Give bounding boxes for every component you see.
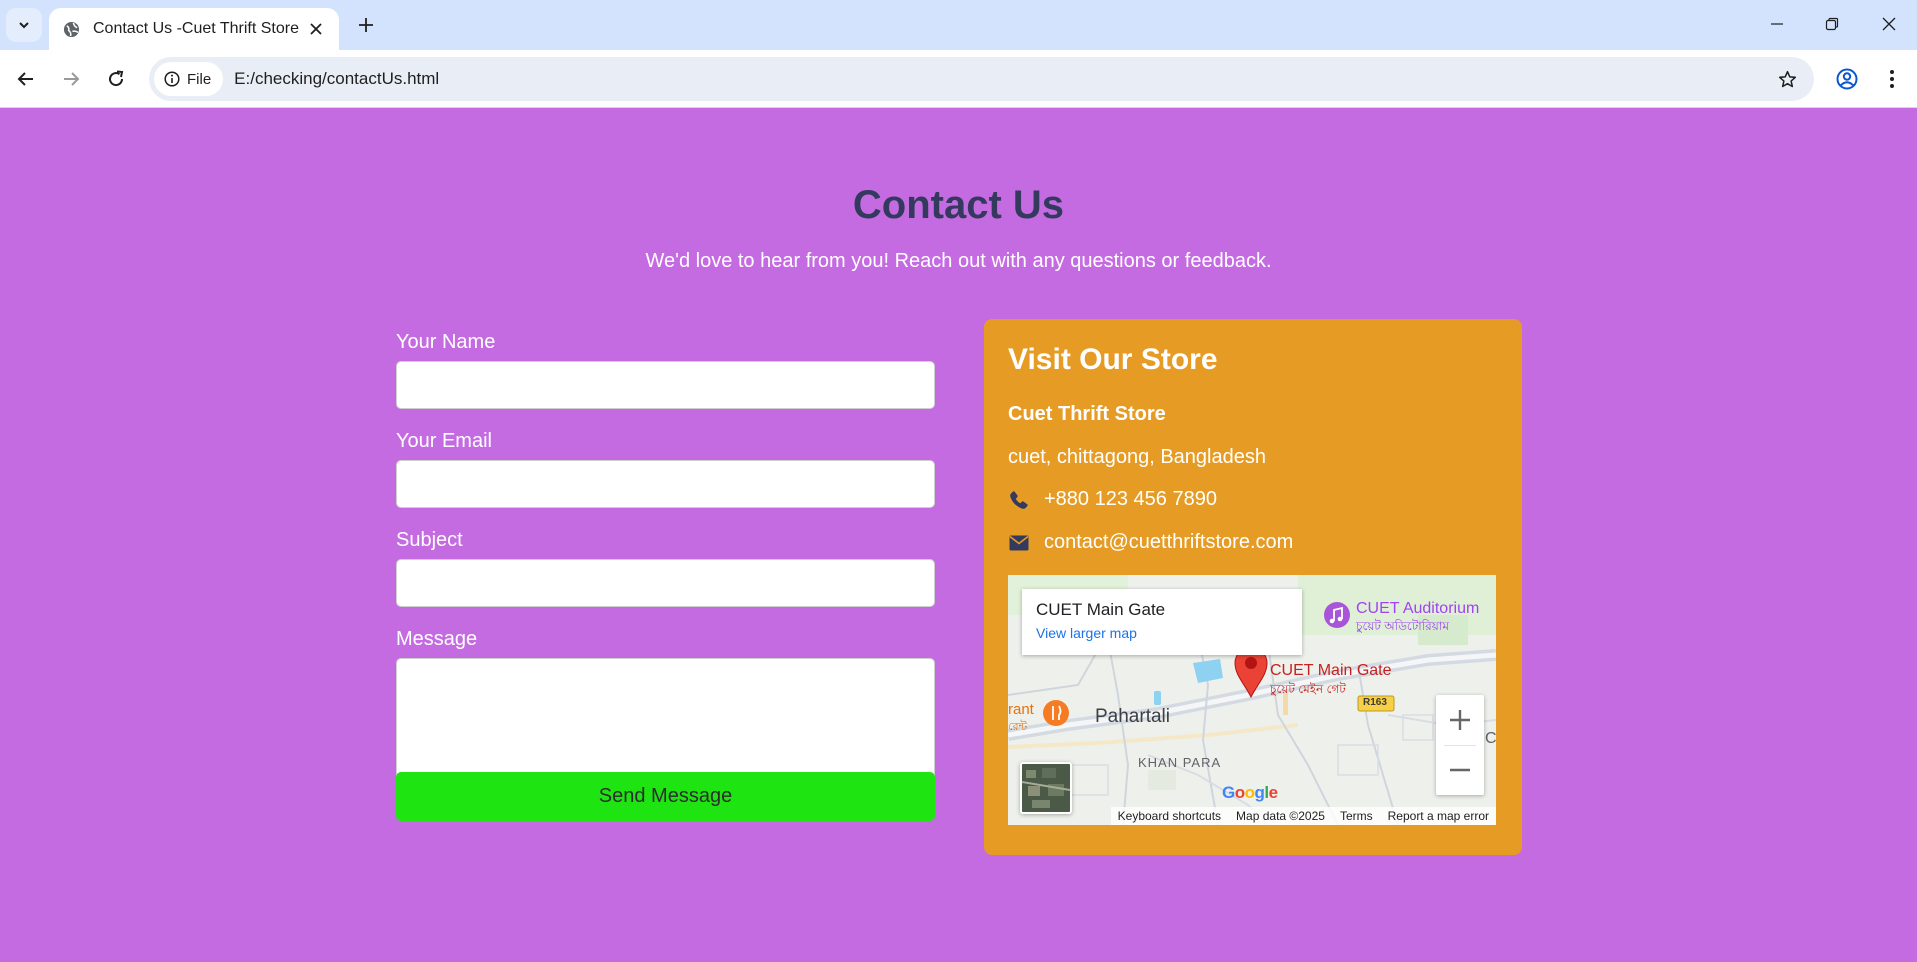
url-text: E:/checking/contactUs.html (234, 69, 440, 88)
browser-menu-button[interactable] (1875, 62, 1909, 96)
page-title: Contact Us (852, 183, 1065, 227)
map-marker-label: CUET Main Gate (1270, 662, 1392, 679)
reload-icon (109, 70, 124, 87)
map-khan-para-label: KHAN PARA (1138, 755, 1222, 770)
contact-form: Your Name Your Email Subject Message (396, 330, 935, 785)
keyboard-shortcuts-link[interactable]: Keyboard shortcuts (1118, 809, 1221, 823)
message-textarea[interactable] (396, 658, 935, 785)
satellite-thumbnail-icon (1022, 764, 1070, 812)
chevron-down-icon (19, 22, 29, 29)
restore-icon (1825, 17, 1839, 31)
satellite-toggle[interactable] (1020, 762, 1072, 814)
map-place-title: CUET Main Gate (1036, 600, 1166, 619)
email-row: contact@cuetthriftstore.com (1008, 531, 1293, 554)
profile-button[interactable] (1830, 62, 1864, 96)
send-message-button[interactable]: Send Message (396, 772, 935, 821)
store-info-card: Visit Our Store Cuet Thrift Store cuet, … (984, 319, 1522, 855)
phone-row: +880 123 456 7890 (1008, 488, 1217, 511)
report-map-error-link[interactable]: Report a map error (1388, 809, 1489, 823)
google-logo-letter: o (1244, 783, 1255, 802)
phone-icon (1008, 489, 1030, 511)
store-name: Cuet Thrift Store (1008, 403, 1166, 425)
name-label: Your Name (396, 331, 496, 353)
map-marker-label-bn: চুয়েট মেইন গেট (1270, 682, 1346, 696)
close-window-button[interactable] (1866, 8, 1912, 40)
terms-link[interactable]: Terms (1340, 809, 1373, 823)
store-phone: +880 123 456 7890 (1044, 488, 1217, 510)
map-restaurant-label: rant (1008, 701, 1034, 718)
site-chip-label: File (187, 70, 212, 88)
account-icon (1836, 68, 1858, 90)
tab-close-icon[interactable] (305, 18, 327, 40)
zoom-out-button[interactable] (1436, 745, 1484, 795)
site-info-chip[interactable]: File (154, 62, 224, 96)
map-auditorium-label: CUET Auditorium (1356, 600, 1480, 617)
message-label: Message (396, 628, 478, 650)
map-restaurant-label-bn: রেন্ট (1008, 721, 1028, 733)
new-tab-button[interactable] (351, 10, 381, 40)
map-data-text: Map data ©2025 (1236, 809, 1325, 823)
store-heading: Visit Our Store (1008, 343, 1218, 376)
map-place-card: CUET Main Gate View larger map (1022, 589, 1302, 655)
google-logo-letter: G (1222, 783, 1235, 802)
store-email: contact@cuetthriftstore.com (1044, 531, 1294, 553)
arrow-left-icon (17, 72, 33, 86)
name-input[interactable] (396, 361, 935, 409)
tab-search-button[interactable] (6, 8, 42, 42)
tab-title: Contact Us -Cuet Thrift Store (93, 20, 299, 37)
google-logo: Google (1222, 783, 1278, 803)
address-bar[interactable]: File E:/checking/contactUs.html (149, 57, 1814, 101)
reload-button[interactable] (99, 62, 133, 96)
info-icon (164, 71, 180, 87)
browser-tabstrip: Contact Us -Cuet Thrift Store (0, 0, 1917, 50)
arrow-right-icon (64, 72, 80, 86)
map-zoom-controls (1436, 695, 1484, 795)
store-address: cuet, chittagong, Bangladesh (1008, 446, 1266, 468)
embedded-map[interactable]: Pahartali KHAN PARA CUET Main Gate চুয়ে… (1008, 575, 1496, 825)
page-subtitle: We'd love to hear from you! Reach out wi… (645, 250, 1272, 272)
subject-label: Subject (396, 529, 463, 551)
browser-toolbar: File E:/checking/contactUs.html (0, 50, 1917, 108)
restore-button[interactable] (1809, 8, 1855, 40)
forward-button[interactable] (54, 62, 88, 96)
plus-icon (1450, 710, 1470, 730)
minus-icon (1450, 768, 1470, 772)
map-road-label: R163 (1363, 697, 1387, 708)
map-area-label: Pahartali (1095, 706, 1170, 727)
bookmark-star-icon[interactable] (1774, 66, 1800, 92)
email-input[interactable] (396, 460, 935, 508)
back-button[interactable] (9, 62, 43, 96)
google-logo-letter: o (1234, 783, 1245, 802)
plus-icon (359, 18, 373, 32)
zoom-divider (1444, 745, 1476, 746)
map-attribution-bar: Keyboard shortcuts Map data ©2025 Terms … (1110, 807, 1496, 825)
globe-icon (61, 19, 81, 39)
minimize-button[interactable] (1754, 8, 1800, 40)
zoom-in-button[interactable] (1436, 695, 1484, 745)
map-edge-letter: C (1485, 730, 1496, 747)
view-larger-map-link[interactable]: View larger map (1036, 625, 1288, 641)
envelope-icon (1008, 532, 1030, 554)
close-icon (1882, 17, 1896, 31)
google-logo-letter: g (1254, 783, 1265, 802)
map-auditorium-label-bn: চুয়েট অডিটোরিয়াম (1356, 619, 1449, 633)
subject-input[interactable] (396, 559, 935, 607)
email-label: Your Email (396, 430, 492, 452)
kebab-menu-icon (1890, 70, 1894, 88)
minimize-icon (1771, 23, 1783, 25)
browser-tab-active[interactable]: Contact Us -Cuet Thrift Store (49, 8, 339, 50)
google-logo-letter: e (1268, 783, 1278, 802)
